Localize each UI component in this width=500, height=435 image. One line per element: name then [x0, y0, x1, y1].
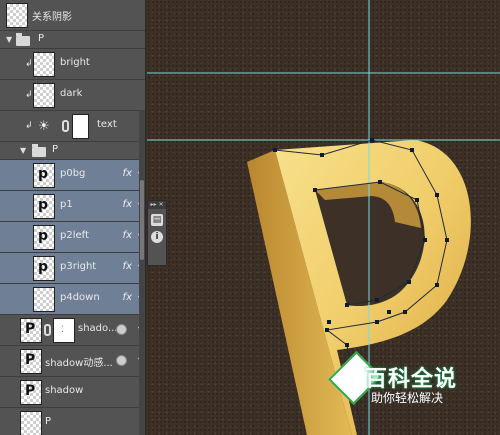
fx-icon[interactable]: fx: [123, 168, 132, 179]
layer-mask-thumbnail: ⁚: [53, 318, 75, 343]
layer-row-shadow-masked[interactable]: P ⁚ shado... ▾: [0, 315, 145, 346]
fx-icon[interactable]: fx: [123, 261, 132, 272]
layer-thumbnail: p: [33, 194, 55, 219]
layer-row-p0bg[interactable]: p p0bg fx ▾: [0, 160, 145, 191]
layer-row-bright[interactable]: ↲ bright: [0, 49, 145, 80]
p-glyph-icon: p: [38, 228, 49, 244]
layer-thumbnail: [33, 83, 55, 108]
p-glyph-icon: P: [25, 321, 36, 337]
layer-thumbnail: p: [33, 225, 55, 250]
layer-name: dark: [60, 88, 83, 99]
layer-row-p1[interactable]: p p1 fx ▾: [0, 191, 145, 222]
mini-tool-panel: ▸▸ ✕ ▤ i: [147, 200, 167, 266]
layer-row-text[interactable]: ↲ ☀ text: [0, 111, 145, 142]
watermark-subtitle: 助你轻松解决: [371, 391, 444, 405]
layer-row-p-bottom[interactable]: P: [0, 408, 145, 435]
clipping-arrow-icon: ↲: [25, 59, 33, 69]
layer-name: 关系阴影: [32, 12, 72, 23]
expand-arrow-icon[interactable]: ▼: [6, 35, 12, 44]
layer-thumbnail: [6, 3, 28, 28]
smart-filter-icon[interactable]: [116, 355, 127, 366]
layer-name: shado...: [78, 323, 116, 334]
group-row-p[interactable]: ▼ P: [0, 31, 145, 49]
clipping-arrow-icon: ↲: [25, 121, 33, 131]
layer-name: text: [97, 119, 117, 130]
layer-name: shadow: [45, 385, 84, 396]
mini-panel-header[interactable]: ▸▸ ✕: [148, 201, 166, 209]
layer-thumbnail: P: [20, 318, 42, 343]
expand-arrow-icon[interactable]: ▼: [20, 146, 26, 155]
layer-thumbnail: [20, 411, 42, 435]
layer-name: p0bg: [60, 168, 86, 179]
layers-panel: 关系阴影 ▼ P ↲ bright ↲ dark ↲ ☀ text ▼ P p …: [0, 0, 146, 435]
layer-row-p4down[interactable]: p4down fx ▾: [0, 284, 145, 315]
layer-name: shadow动感...: [45, 358, 113, 369]
layer-name: p4down: [60, 292, 100, 303]
layer-comps-icon[interactable]: ▤: [151, 214, 163, 226]
layer-name: bright: [60, 57, 90, 68]
layer-thumbnail: p: [33, 163, 55, 188]
fx-icon[interactable]: fx: [123, 230, 132, 241]
layer-name: p2left: [60, 230, 89, 241]
p-glyph-icon: P: [25, 383, 36, 399]
layer-thumbnail: P: [20, 380, 42, 405]
layer-thumbnail: P: [20, 349, 42, 374]
layer-thumbnail: [33, 287, 55, 312]
smart-filter-icon[interactable]: [116, 324, 127, 335]
layer-mask-thumbnail: [72, 114, 89, 139]
clipping-arrow-icon: ↲: [25, 90, 33, 100]
layer-row-p2left[interactable]: p p2left fx ▾: [0, 222, 145, 253]
p-glyph-icon: p: [38, 197, 49, 213]
layer-row-shadow-motion[interactable]: P shadow动感... ▾: [0, 346, 145, 377]
layer-row-relation-shadow[interactable]: 关系阴影: [0, 0, 145, 31]
p-glyph-icon: p: [38, 259, 49, 275]
info-icon[interactable]: i: [151, 231, 163, 243]
folder-icon: [32, 144, 46, 157]
layer-row-dark[interactable]: ↲ dark: [0, 80, 145, 111]
fx-icon[interactable]: fx: [123, 199, 132, 210]
layer-name: p1: [60, 199, 73, 210]
group-row-p-inner[interactable]: ▼ P: [0, 142, 145, 160]
layers-scrollbar[interactable]: [139, 110, 145, 435]
p-glyph-icon: p: [38, 166, 49, 182]
group-name: P: [38, 33, 45, 44]
layer-thumbnail: p: [33, 256, 55, 281]
layer-name: P: [45, 416, 52, 427]
p-glyph-icon: P: [25, 352, 36, 368]
layer-row-p3right[interactable]: p p3right fx ▾: [0, 253, 145, 284]
layer-name: p3right: [60, 261, 97, 272]
layer-row-shadow[interactable]: P shadow: [0, 377, 145, 408]
link-icon[interactable]: [44, 324, 51, 336]
watermark: 百科全说 助你轻松解决: [325, 351, 500, 410]
folder-icon: [16, 33, 30, 46]
fx-icon[interactable]: fx: [123, 292, 132, 303]
scrollbar-thumb[interactable]: [140, 180, 144, 260]
brightness-adjustment-icon: ☀: [38, 119, 50, 134]
group-name: P: [52, 144, 59, 155]
link-icon[interactable]: [62, 120, 69, 132]
layer-thumbnail: [33, 52, 55, 77]
